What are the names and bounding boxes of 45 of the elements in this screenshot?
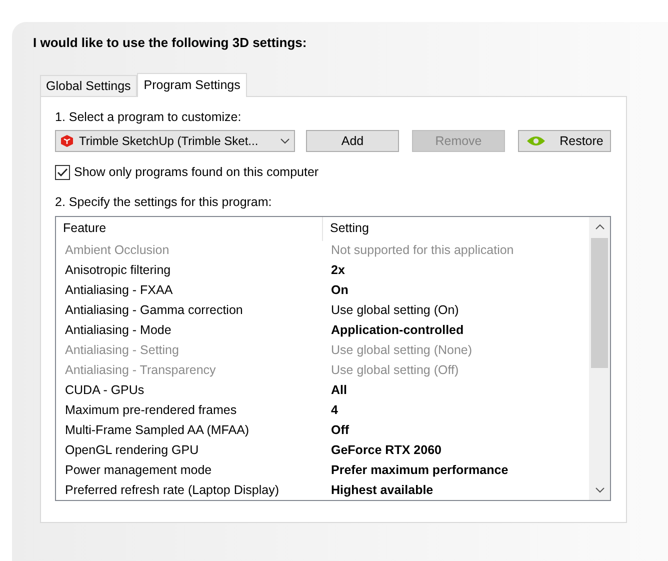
button[interactable]: Add xyxy=(306,130,399,152)
feature-cell-text: Antialiasing - Setting xyxy=(64,342,180,360)
feature-cell-text: Anisotropic filtering xyxy=(64,262,172,280)
tab[interactable]: Global Settings xyxy=(40,75,137,96)
scrollbar[interactable] xyxy=(589,216,610,500)
app-icon xyxy=(60,134,74,148)
setting-cell-text: Off xyxy=(330,422,350,440)
setting-cell-text: 2x xyxy=(330,262,346,280)
chevron-down-icon xyxy=(280,138,290,144)
setting-cell-text: Use global setting (None) xyxy=(330,342,474,360)
scroll-down-icon[interactable] xyxy=(594,486,604,493)
feature-cell-text: Power management mode xyxy=(64,462,213,480)
checkbox[interactable] xyxy=(55,164,70,180)
feature-cell-text: Antialiasing - Gamma correction xyxy=(64,302,244,320)
setting-cell-text: Prefer maximum performance xyxy=(330,462,510,480)
scrollbar-thumb[interactable] xyxy=(591,238,608,368)
feature-cell-text: Multi-Frame Sampled AA (MFAA) xyxy=(64,422,250,440)
program-dropdown[interactable]: Trimble SketchUp (Trimble Sket... xyxy=(55,130,295,152)
step-label: 2. Specify the settings for this program: xyxy=(55,194,273,210)
setting-cell-text: All xyxy=(330,382,348,400)
setting-cell-text: GeForce RTX 2060 xyxy=(330,442,442,460)
setting-cell-text: Use global setting (On) xyxy=(330,302,460,320)
feature-cell-text: Antialiasing - Mode xyxy=(64,322,172,340)
scroll-up-icon[interactable] xyxy=(594,224,604,230)
setting-cell-text: Use global setting (Off) xyxy=(330,362,460,380)
setting-cell-text: Application-controlled xyxy=(330,322,465,340)
feature-cell-text: CUDA - GPUs xyxy=(64,382,146,400)
feature-cell-text: Antialiasing - Transparency xyxy=(64,362,217,380)
setting-cell-text: Highest available xyxy=(330,482,434,500)
column-header[interactable]: Feature xyxy=(56,216,323,241)
eye-logo-icon xyxy=(526,135,546,147)
button[interactable]: Restore xyxy=(518,130,611,152)
feature-cell-text: Ambient Occlusion xyxy=(64,242,170,260)
section-heading: I would like to use the following 3D settings: xyxy=(33,34,308,52)
checkbox-label[interactable]: Show only programs found on this computer xyxy=(74,163,319,182)
setting-cell-text: On xyxy=(330,282,350,300)
setting-cell-text: 4 xyxy=(330,402,339,420)
tab[interactable]: Program Settings xyxy=(136,73,248,97)
column-header[interactable]: Setting xyxy=(323,216,589,241)
step-label: 1. Select a program to customize: xyxy=(55,109,242,125)
setting-cell-text: Not supported for this application xyxy=(330,242,515,260)
feature-cell-text: Preferred refresh rate (Laptop Display) xyxy=(64,482,280,500)
feature-cell-text: Maximum pre-rendered frames xyxy=(64,402,238,420)
feature-cell-text: Antialiasing - FXAA xyxy=(64,282,174,300)
feature-cell-text: OpenGL rendering GPU xyxy=(64,442,200,460)
